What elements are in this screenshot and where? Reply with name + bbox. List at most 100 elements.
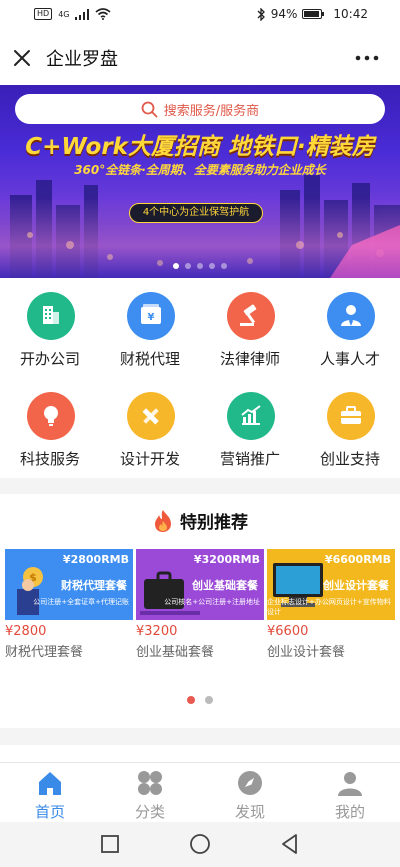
service-grid: 开办公司 ¥ 财税代理 法律律师 人事人才科技服务 设计开发 营销推广 创业支持 — [0, 278, 400, 478]
tab-label: 我的 — [334, 803, 365, 821]
card-name: 创业基础套餐 — [136, 645, 215, 660]
service-label: 人事人才 — [319, 350, 380, 368]
battery-fill — [304, 11, 320, 17]
search-placeholder: 搜索服务/服务商 — [163, 103, 260, 119]
back-triangle-icon[interactable] — [278, 832, 302, 856]
banner-dot[interactable] — [185, 263, 191, 269]
recommend-dot[interactable] — [187, 696, 195, 704]
tab-item[interactable]: 分类 — [100, 763, 200, 823]
signal-icon — [75, 8, 90, 20]
banner-badge: 4个中心为企业保驾护航 — [129, 203, 263, 223]
card-name: 创业设计套餐 — [267, 645, 346, 660]
wifi-icon — [95, 8, 112, 20]
service-label: 科技服务 — [19, 450, 80, 468]
card-price-tag: ¥2800RMB — [62, 553, 129, 566]
card-name: 财税代理套餐 — [5, 645, 84, 660]
card-image: $ ¥2800RMB 财税代理套餐 公司注册+全套证章+代理记账 — [5, 549, 133, 620]
service-item[interactable]: 开办公司 — [0, 280, 100, 380]
lightbulb-icon — [27, 392, 75, 440]
card-package-sub: 企业标志设计+办公网页设计+宣传物料设计 — [267, 598, 391, 616]
card-package-title: 创业基础套餐 — [192, 579, 258, 592]
app-page: HD 4G 94% 10:42 企业罗盘 搜索服务/服务商 C+Work大厦招商… — [0, 0, 400, 867]
banner-dot[interactable] — [221, 263, 227, 269]
status-left: HD 4G — [34, 8, 112, 20]
recommend-dot[interactable] — [205, 696, 213, 704]
next-section-edge — [0, 745, 400, 762]
user-icon — [338, 772, 362, 796]
service-label: 财税代理 — [119, 350, 180, 368]
tab-item[interactable]: 首页 — [0, 763, 100, 823]
service-label: 营销推广 — [219, 450, 280, 468]
service-label: 创业支持 — [319, 450, 380, 468]
flame-icon — [155, 509, 171, 532]
network-label: 4G — [58, 9, 70, 19]
card-price-tag: ¥3200RMB — [193, 553, 260, 566]
tab-label: 首页 — [34, 803, 65, 821]
search-icon — [141, 101, 158, 117]
recent-apps-icon[interactable] — [98, 832, 122, 856]
service-item[interactable]: 科技服务 — [0, 380, 100, 480]
recommend-pagination — [0, 696, 400, 704]
title-bar: 企业罗盘 — [0, 30, 400, 85]
card-price: ¥2800 — [5, 624, 47, 639]
card-package-sub: 公司核名+公司注册+注册地址 — [164, 598, 260, 606]
banner-dot[interactable] — [197, 263, 203, 269]
hd-badge: HD — [34, 8, 53, 20]
system-nav-bar — [0, 822, 400, 867]
toolbox-icon — [327, 392, 375, 440]
tab-label: 分类 — [134, 803, 165, 821]
card-package-sub: 公司注册+全套证章+代理记账 — [33, 598, 129, 606]
tab-item[interactable]: 发现 — [200, 763, 300, 823]
building-icon — [27, 292, 75, 340]
home-circle-icon[interactable] — [188, 832, 212, 856]
recommend-card[interactable]: ¥3200RMB 创业基础套餐 公司核名+公司注册+注册地址 ¥3200 创业基础套餐 — [136, 549, 264, 660]
card-price: ¥3200 — [136, 624, 178, 639]
recommend-card[interactable]: $ ¥2800RMB 财税代理套餐 公司注册+全套证章+代理记账 ¥2800 财税代理套餐 — [5, 549, 133, 660]
gavel-icon — [227, 292, 275, 340]
tab-label: 发现 — [234, 803, 265, 821]
banner-pagination — [0, 263, 400, 269]
card-package-title: 财税代理套餐 — [61, 579, 127, 592]
promo-banner[interactable]: 搜索服务/服务商 C+Work大厦招商 地铁口·精装房 360°全链条·全周期、… — [0, 85, 400, 278]
battery-icon — [302, 9, 325, 19]
yuan-ledger-icon: ¥ — [127, 292, 175, 340]
chart-icon — [227, 392, 275, 440]
status-bar: HD 4G 94% 10:42 — [0, 0, 400, 30]
bottom-tab-bar: 首页 分类 发现 我的 — [0, 762, 400, 822]
tab-item[interactable]: 我的 — [300, 763, 400, 823]
banner-dot[interactable] — [209, 263, 215, 269]
page-title: 企业罗盘 — [46, 49, 118, 70]
service-item[interactable]: 法律律师 — [200, 280, 300, 380]
service-item[interactable]: 营销推广 — [200, 380, 300, 480]
banner-subline: 360°全链条·全周期、全要素服务助力企业成长 — [74, 163, 326, 177]
recommend-title: 特别推荐 — [180, 513, 248, 533]
battery-percent: 94% — [270, 7, 298, 21]
card-image: ¥3200RMB 创业基础套餐公司核名+公司注册+注册地址 — [136, 549, 264, 620]
banner-headline: C+Work大厦招商 地铁口·精装房 — [25, 134, 375, 160]
card-package-title: 创业设计套餐 — [323, 579, 389, 592]
card-price-tag: ¥6600RMB — [324, 553, 391, 566]
service-item[interactable]: 创业支持 — [300, 380, 400, 480]
close-icon[interactable] — [12, 48, 32, 68]
service-item[interactable]: ¥ 财税代理 — [100, 280, 200, 380]
pencil-ruler-icon — [127, 392, 175, 440]
search-bar[interactable]: 搜索服务/服务商 — [15, 94, 385, 124]
home-icon — [39, 772, 61, 795]
service-item[interactable]: 设计开发 — [100, 380, 200, 480]
recommend-card[interactable]: ¥6600RMB 创业设计套餐 企业标志设计+办公网页设计+宣传物料设计 ¥6600 创… — [267, 549, 395, 660]
service-item[interactable]: 人事人才 — [300, 280, 400, 380]
more-icon[interactable] — [354, 48, 380, 68]
person-icon — [327, 292, 375, 340]
bluetooth-icon — [257, 7, 265, 21]
status-right: 94% 10:42 — [256, 7, 368, 21]
banner-dot[interactable] — [173, 263, 179, 269]
recommend-header: 特别推荐 — [0, 508, 400, 533]
clock: 10:42 — [333, 7, 368, 21]
service-label: 设计开发 — [119, 450, 180, 468]
compass-icon — [238, 771, 262, 795]
card-image: ¥6600RMB 创业设计套餐企业标志设计+办公网页设计+宣传物料设计 — [267, 549, 395, 620]
category-icon — [138, 771, 162, 795]
recommend-section: 特别推荐 $ ¥2800RMB 财税代理套餐 公司注册+全套证章+代理记账 ¥2800 财… — [0, 494, 400, 728]
svg-text:¥: ¥ — [148, 312, 155, 323]
service-label: 法律律师 — [219, 350, 280, 368]
